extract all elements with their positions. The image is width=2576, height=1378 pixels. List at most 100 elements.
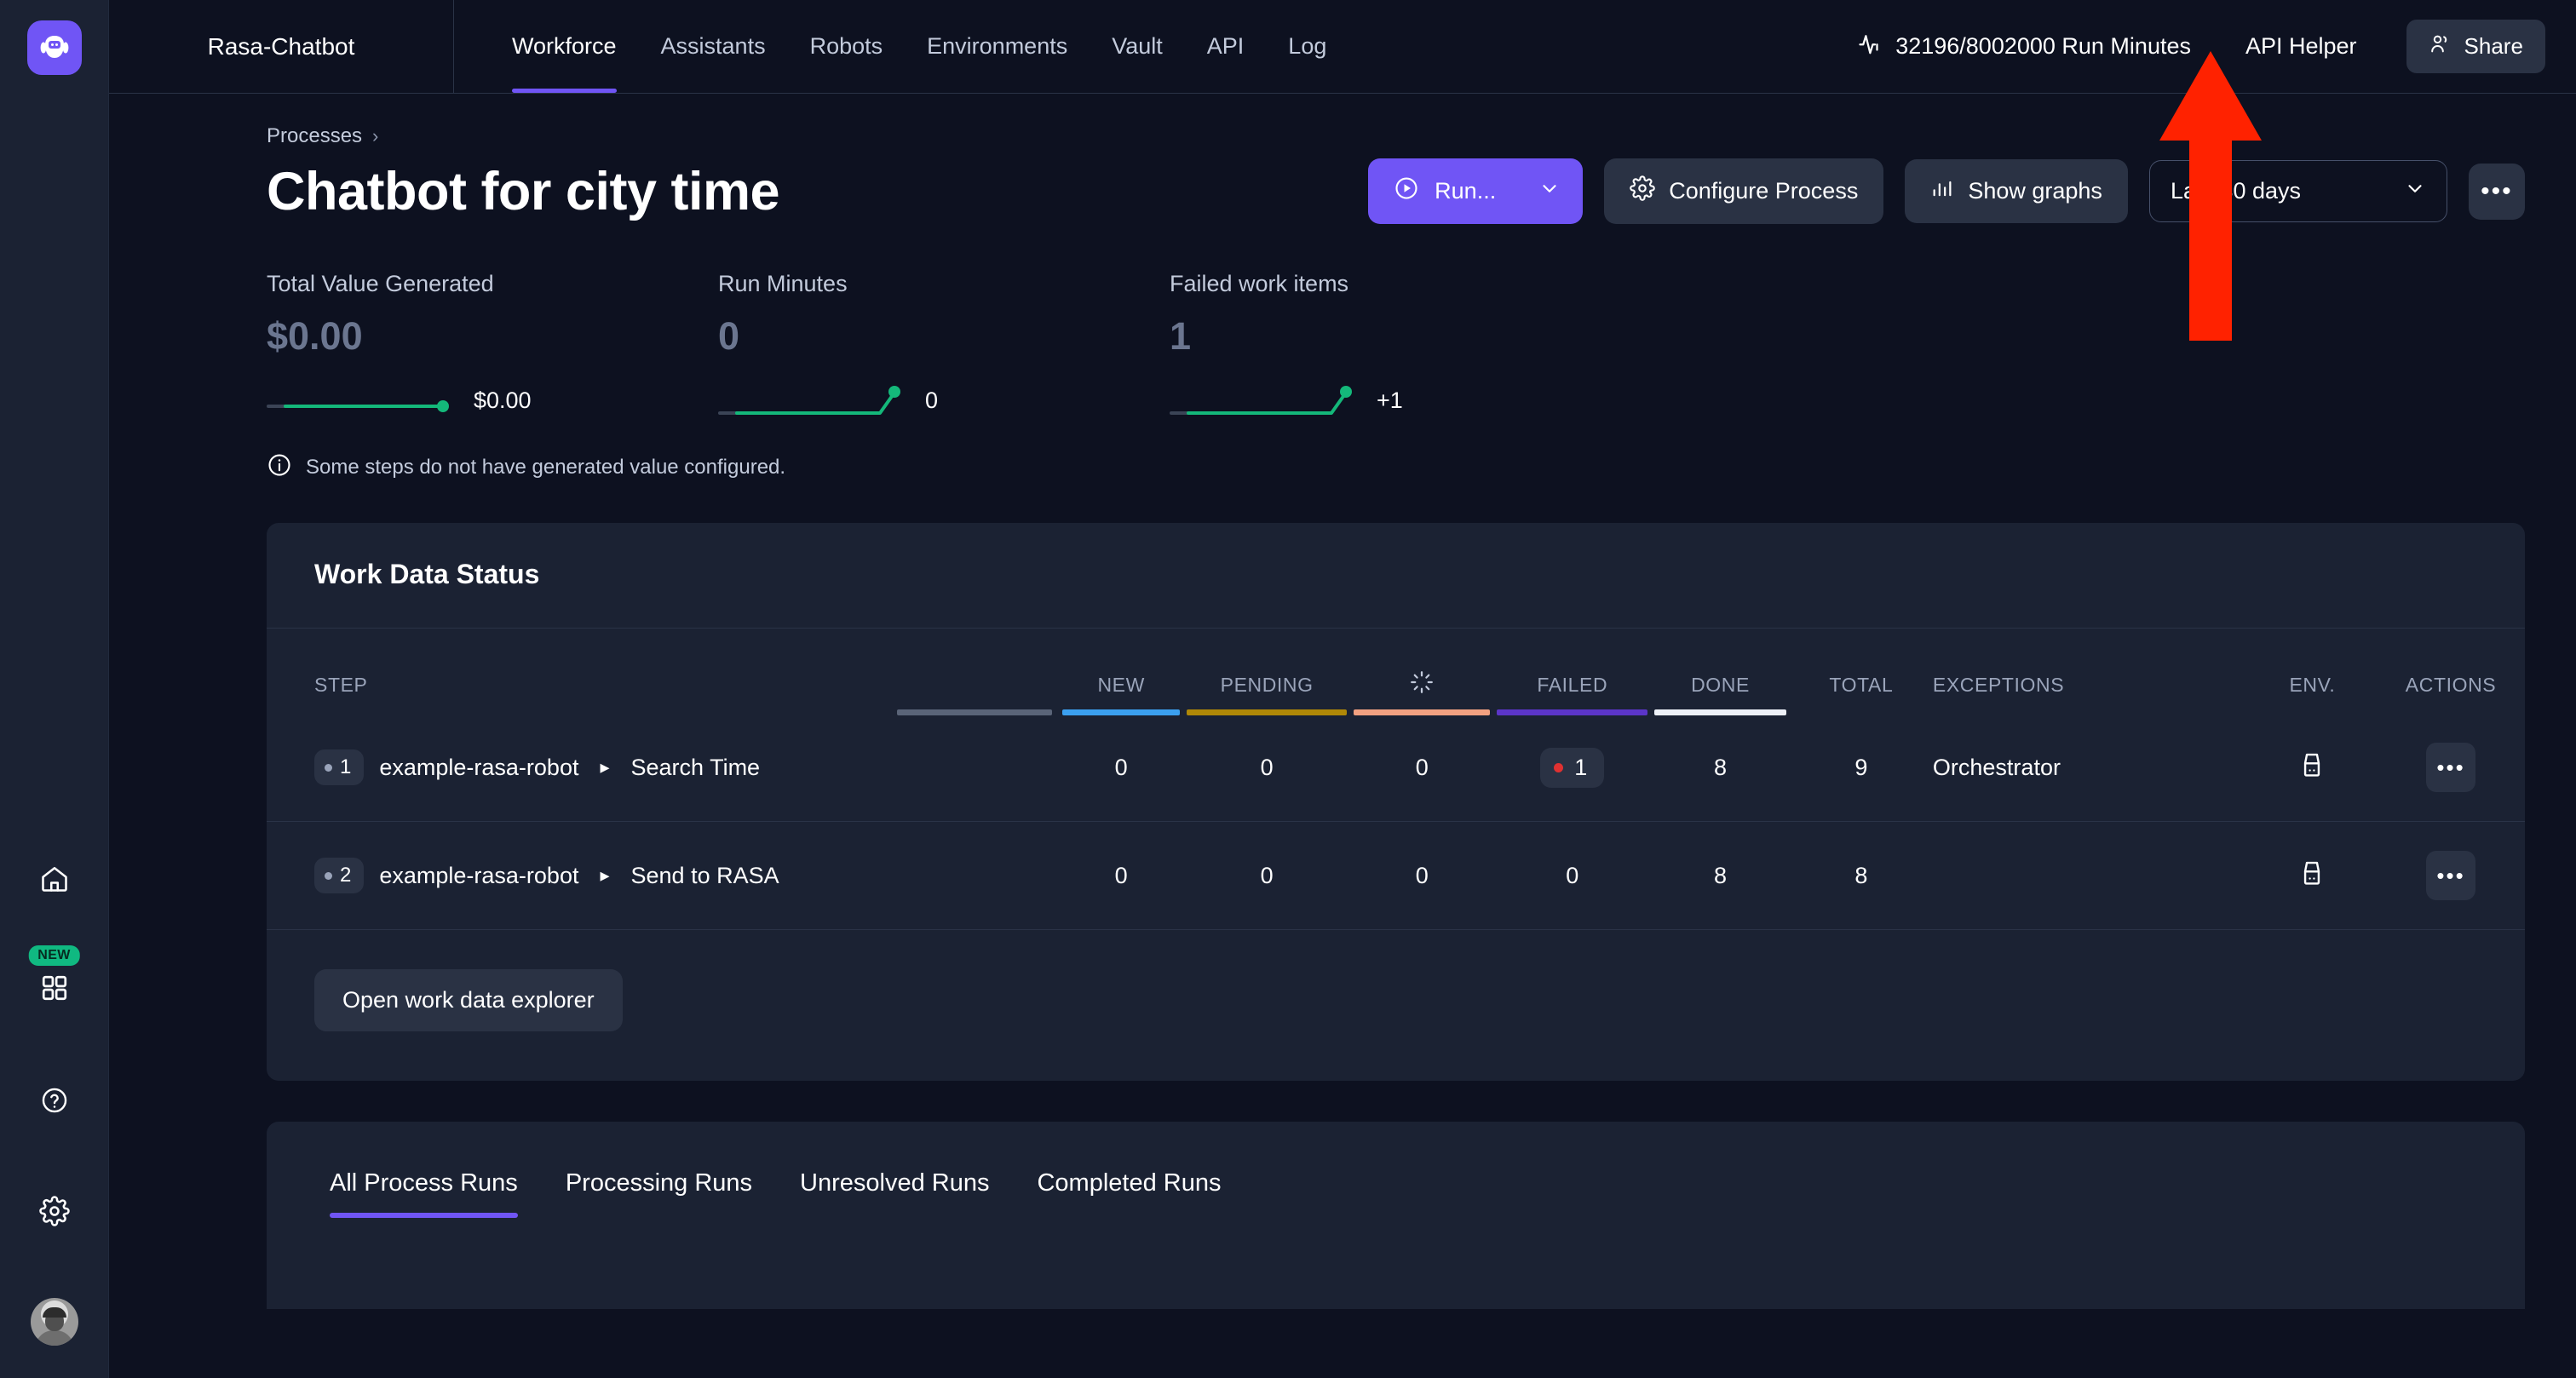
people-icon: [2429, 32, 2452, 61]
arrow-right-icon: ▸: [600, 864, 610, 886]
show-graphs-button[interactable]: Show graphs: [1905, 159, 2128, 223]
home-icon[interactable]: [27, 852, 82, 906]
cell-failed: 0: [1493, 821, 1652, 930]
metric-label: Failed work items: [1170, 271, 1349, 296]
workspace-name[interactable]: Rasa-Chatbot: [109, 0, 454, 93]
metric-value: 0: [718, 314, 740, 358]
run-minutes-indicator[interactable]: 32196/8002000 Run Minutes: [1858, 31, 2191, 62]
column-header-step[interactable]: STEP: [267, 629, 1059, 715]
cell-exceptions: [1932, 821, 2248, 930]
metric-sparkline-row: +1: [1170, 381, 1621, 420]
metric-run-minutes: Run Minutes 0 0: [718, 271, 1170, 420]
failed-badge[interactable]: 1: [1540, 747, 1605, 788]
metric-label: Run Minutes: [718, 271, 848, 296]
column-color-bar: [1062, 709, 1181, 715]
step-name: Send to RASA: [630, 862, 779, 888]
tab-processing-runs[interactable]: Processing Runs: [542, 1169, 776, 1218]
page-content: Processes › Chatbot for city time Run...…: [109, 94, 2576, 1378]
metric-value: 1: [1170, 314, 1192, 358]
cell-step: 2 example-rasa-robot ▸ Send to RASA: [267, 821, 1060, 930]
robot-name: example-rasa-robot: [379, 754, 579, 780]
share-button-label: Share: [2464, 33, 2523, 59]
nav-item-log[interactable]: Log: [1266, 0, 1348, 93]
column-color-bar: [897, 709, 1053, 715]
nav-item-environments[interactable]: Environments: [905, 0, 1090, 93]
chevron-right-icon: ›: [372, 125, 379, 146]
metric-failed-work-items: Failed work items 1 +1: [1170, 271, 1621, 420]
cell-actions: •••: [2377, 714, 2525, 822]
metric-sparkline-row: 0: [718, 381, 1170, 420]
metric-value: $0.00: [267, 314, 363, 358]
column-color-bar: [1187, 709, 1348, 715]
row-actions-button[interactable]: •••: [2426, 851, 2476, 900]
api-helper-link[interactable]: API Helper: [2245, 33, 2357, 60]
cell-env: [2247, 714, 2378, 822]
column-header-done[interactable]: DONE: [1651, 629, 1790, 715]
top-bar: Rasa-Chatbot Workforce Assistants Robots…: [109, 0, 2576, 94]
column-header-actions[interactable]: ACTIONS: [2377, 629, 2525, 714]
nav-item-robots[interactable]: Robots: [788, 0, 906, 93]
column-header-exceptions[interactable]: EXCEPTIONS: [1933, 629, 2248, 714]
tab-unresolved-runs[interactable]: Unresolved Runs: [776, 1169, 1013, 1218]
cell-new: 0: [1059, 714, 1184, 822]
card-header: Work Data Status: [267, 523, 2525, 629]
server-icon[interactable]: [2297, 861, 2326, 893]
open-work-data-explorer-button[interactable]: Open work data explorer: [314, 969, 623, 1031]
share-button[interactable]: Share: [2406, 20, 2545, 73]
table-row[interactable]: 1 example-rasa-robot ▸ Search Time 0 0 0: [267, 714, 2525, 822]
nav-item-api[interactable]: API: [1185, 0, 1267, 93]
tab-all-process-runs[interactable]: All Process Runs: [306, 1169, 542, 1218]
column-color-bar: [1497, 709, 1648, 715]
info-circle-icon: [267, 452, 292, 482]
sparkline: [267, 400, 449, 412]
server-icon[interactable]: [2297, 753, 2326, 784]
row-actions-button[interactable]: •••: [2426, 743, 2476, 792]
metric-total-value-generated: Total Value Generated $0.00 $0.00: [267, 271, 718, 420]
column-header-env[interactable]: ENV.: [2248, 629, 2377, 714]
apps-grid-icon: [40, 973, 69, 1007]
breadcrumb-processes[interactable]: Processes: [267, 124, 362, 148]
table-row[interactable]: 2 example-rasa-robot ▸ Send to RASA 0 0 …: [267, 821, 2525, 930]
cell-actions: •••: [2377, 821, 2525, 930]
arrow-right-icon: ▸: [600, 756, 610, 778]
cell-in-progress: 0: [1350, 714, 1494, 822]
spinner-icon: [1409, 671, 1435, 699]
sparkline: [1170, 386, 1352, 415]
run-button-label: Run...: [1435, 178, 1497, 204]
work-data-status-card: Work Data Status STEP NEW PENDING FAILED…: [267, 523, 2525, 1081]
robot-logo-icon[interactable]: [26, 20, 82, 75]
run-minutes-text: 32196/8002000 Run Minutes: [1895, 33, 2191, 59]
sidebar-item-apps[interactable]: NEW: [27, 945, 82, 1017]
chevron-down-icon[interactable]: [1538, 177, 1561, 205]
column-header-total[interactable]: TOTAL: [1790, 629, 1933, 714]
nav-item-assistants[interactable]: Assistants: [639, 0, 788, 93]
work-data-status-title: Work Data Status: [314, 559, 540, 589]
page-title: Chatbot for city time: [267, 161, 780, 221]
column-header-pending[interactable]: PENDING: [1183, 629, 1350, 715]
date-range-select[interactable]: Last 30 days: [2148, 160, 2447, 222]
app-root: NEW Rasa-Chatbot Workforce Assistants Ro…: [0, 0, 2576, 1378]
cell-new: 0: [1059, 821, 1184, 930]
column-header-in-progress[interactable]: [1350, 629, 1493, 715]
gear-icon[interactable]: [27, 1184, 82, 1238]
help-circle-icon[interactable]: [27, 1073, 82, 1128]
metric-label: Total Value Generated: [267, 271, 494, 296]
avatar[interactable]: [27, 1295, 82, 1349]
cell-total: 8: [1789, 821, 1933, 930]
column-header-new[interactable]: NEW: [1059, 629, 1183, 715]
row-index: 1: [340, 755, 352, 778]
date-range-value: Last 30 days: [2170, 178, 2302, 204]
run-button[interactable]: Run...: [1368, 158, 1584, 224]
robot-name: example-rasa-robot: [379, 862, 579, 888]
page-more-button[interactable]: •••: [2468, 163, 2525, 220]
activity-pulse-icon: [1858, 31, 1883, 62]
nav-item-workforce[interactable]: Workforce: [490, 0, 639, 93]
primary-nav: Workforce Assistants Robots Environments…: [454, 0, 1348, 93]
cell-pending: 0: [1183, 714, 1351, 822]
cell-failed[interactable]: 1: [1493, 714, 1652, 822]
tab-completed-runs[interactable]: Completed Runs: [1013, 1169, 1245, 1218]
nav-item-vault[interactable]: Vault: [1090, 0, 1185, 93]
column-color-bar: [1654, 709, 1786, 715]
column-header-failed[interactable]: FAILED: [1493, 629, 1651, 715]
configure-process-button[interactable]: Configure Process: [1604, 158, 1884, 224]
